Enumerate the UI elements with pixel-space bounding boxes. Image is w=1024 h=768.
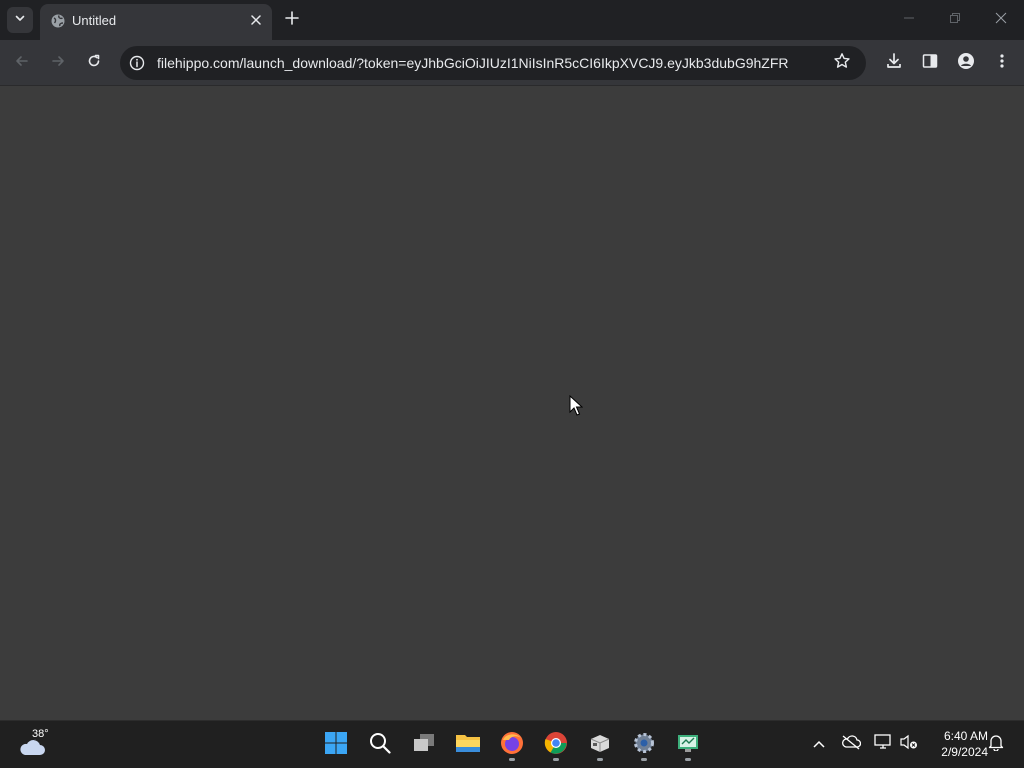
tab-search-button[interactable] — [7, 7, 33, 33]
network-icon — [873, 733, 893, 756]
running-indicator — [553, 758, 559, 761]
kebab-menu-icon — [999, 53, 1005, 74]
clock-time: 6:40 AM — [943, 729, 988, 743]
globe-icon — [50, 13, 66, 29]
running-indicator — [509, 758, 515, 761]
tab-title: Untitled — [72, 13, 117, 28]
chevron-down-icon — [14, 11, 26, 29]
start-icon — [324, 731, 348, 760]
running-indicator — [597, 758, 603, 761]
settings-button[interactable] — [626, 727, 662, 763]
window-close-button[interactable] — [978, 0, 1024, 40]
firefox-button[interactable] — [494, 727, 530, 763]
volume-button[interactable] — [898, 733, 920, 755]
firefox-icon — [500, 731, 524, 760]
reload-icon — [86, 53, 102, 74]
notifications-button[interactable] — [985, 733, 1007, 755]
cloud-off-icon — [841, 734, 862, 755]
task-view-icon — [412, 732, 436, 759]
back-button[interactable] — [8, 49, 36, 77]
close-icon — [251, 12, 261, 30]
forward-button[interactable] — [44, 49, 72, 77]
minimize-button[interactable] — [886, 0, 932, 40]
file-explorer-icon — [455, 732, 481, 759]
bell-icon — [988, 733, 1004, 756]
downloads-button[interactable] — [880, 49, 908, 77]
cloud-icon — [18, 738, 46, 761]
weather-temperature: 38° — [32, 728, 49, 740]
profile-button[interactable] — [952, 49, 980, 77]
page-content — [0, 87, 1024, 720]
profile-icon — [957, 52, 975, 75]
address-url[interactable]: filehippo.com/launch_download/?token=eyJ… — [157, 55, 789, 71]
url-domain: filehippo.com — [157, 55, 240, 71]
site-info-icon[interactable] — [128, 54, 146, 72]
chrome-icon — [544, 731, 568, 760]
package-icon — [588, 731, 612, 760]
plus-icon — [285, 10, 299, 30]
settings-icon — [632, 731, 656, 760]
browser-window: Untitled filehippo.com/launch_download/?… — [0, 0, 1024, 720]
address-bar[interactable]: filehippo.com/launch_download/?token=eyJ… — [120, 46, 866, 80]
clock-date: 2/9/2024 — [941, 745, 988, 759]
restore-button[interactable] — [932, 0, 978, 40]
side-panel-button[interactable] — [916, 49, 944, 77]
task-view-button[interactable] — [406, 727, 442, 763]
search-icon — [369, 732, 391, 759]
show-hidden-icons-button[interactable] — [808, 733, 830, 755]
volume-muted-icon — [899, 733, 919, 756]
taskbar-search-button[interactable] — [362, 727, 398, 763]
download-icon — [885, 52, 903, 75]
monitor-app-button[interactable] — [670, 727, 706, 763]
file-explorer-button[interactable] — [450, 727, 486, 763]
running-indicator — [641, 758, 647, 761]
start-button[interactable] — [318, 727, 354, 763]
package-app-button[interactable] — [582, 727, 618, 763]
mouse-cursor-icon — [569, 394, 584, 422]
chevron-up-icon — [813, 735, 825, 753]
new-tab-button[interactable] — [280, 8, 304, 32]
tab-close-button[interactable] — [247, 12, 265, 30]
arrow-left-icon — [14, 53, 30, 74]
arrow-right-icon — [50, 53, 66, 74]
minimize-icon — [903, 11, 915, 29]
close-icon — [995, 11, 1007, 29]
tab-active[interactable]: Untitled — [40, 4, 272, 40]
reload-button[interactable] — [80, 49, 108, 77]
star-icon — [833, 52, 851, 75]
taskbar: 38° 6:40 AM 2/9/2024 — [0, 720, 1024, 768]
chrome-button[interactable] — [538, 727, 574, 763]
network-button[interactable] — [872, 733, 894, 755]
monitor-app-icon — [676, 732, 700, 759]
url-path: /launch_download/?token=eyJhbGciOiJIUzI1… — [239, 55, 790, 71]
bookmark-star-button[interactable] — [832, 52, 852, 75]
weather-widget[interactable]: 38° — [16, 728, 56, 762]
restore-icon — [949, 11, 961, 29]
running-indicator — [685, 758, 691, 761]
tab-strip: Untitled — [0, 0, 1024, 40]
system-clock[interactable]: 6:40 AM 2/9/2024 — [926, 728, 988, 760]
onedrive-button[interactable] — [840, 733, 862, 755]
menu-button[interactable] — [988, 49, 1016, 77]
browser-toolbar: filehippo.com/launch_download/?token=eyJ… — [0, 40, 1024, 86]
side-panel-icon — [922, 53, 938, 74]
